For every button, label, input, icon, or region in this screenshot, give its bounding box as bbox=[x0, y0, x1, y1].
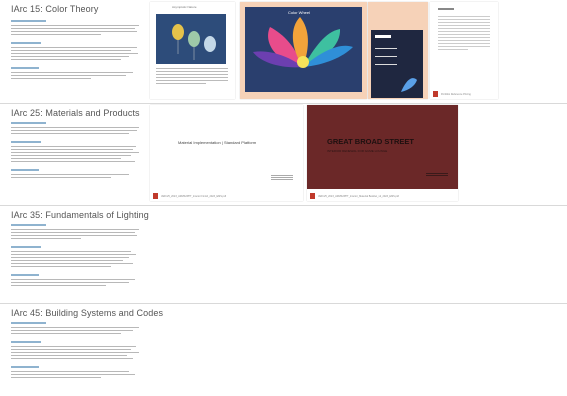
color-plate-1 bbox=[371, 30, 423, 98]
section-iarc-45: IArc 45: Building Systems and Codes bbox=[0, 304, 567, 396]
section-iarc-25: IArc 25: Materials and Products Material… bbox=[0, 104, 567, 206]
section-title: IArc 35: Fundamentals of Lighting bbox=[11, 210, 149, 220]
pdf-icon bbox=[153, 193, 158, 199]
slide-subtitle: INTERIOR RENEWAL FOR GUME LOUNGE bbox=[327, 149, 388, 153]
card-thumbnail bbox=[368, 2, 428, 99]
card-footer: IARC25_2023_ARMS2PPT_Interior Finish_202… bbox=[150, 191, 303, 201]
slide-title: Color Wheel bbox=[288, 10, 311, 15]
slide-title: GREAT BROAD STREET bbox=[327, 137, 414, 146]
slide-title: Material Implementation | Standard Platf… bbox=[178, 140, 257, 145]
file-name: IARC25_2023_ARMS2PPT_Interior_Material B… bbox=[318, 194, 400, 198]
card-thumbnail: Asymptotic Nature bbox=[150, 2, 235, 99]
card-thumbnail: Material Implementation | Standard Platf… bbox=[150, 105, 303, 189]
project-card-great-broad-street[interactable]: GREAT BROAD STREET INTERIOR RENEWAL FOR … bbox=[307, 105, 458, 201]
card-thumbnail: Color Wheel bbox=[240, 2, 367, 99]
section-title: IArc 15: Color Theory bbox=[11, 4, 99, 14]
section-iarc-15: IArc 15: Color Theory Asymptotic Nature bbox=[0, 0, 567, 104]
slide-title: Asymptotic Nature bbox=[172, 5, 197, 9]
color-wheel-artwork bbox=[245, 7, 362, 92]
card-thumbnail bbox=[430, 2, 498, 88]
section-description bbox=[11, 20, 141, 81]
section-title: IArc 25: Materials and Products bbox=[11, 108, 140, 118]
pdf-icon bbox=[433, 91, 438, 97]
section-description bbox=[11, 224, 141, 288]
project-card-color-plates[interactable] bbox=[368, 2, 428, 99]
pdf-icon bbox=[310, 193, 315, 199]
section-description bbox=[11, 322, 141, 380]
card-footer: Portfolio Reference Pricing bbox=[430, 89, 498, 99]
file-name: Portfolio Reference Pricing bbox=[441, 92, 471, 96]
card-footer: IARC25_2023_ARMS2PPT_Interior_Material B… bbox=[307, 191, 458, 201]
balloons-artwork bbox=[156, 14, 226, 64]
project-card-asymptotic[interactable]: Asymptotic Nature bbox=[150, 2, 235, 99]
project-card-material-implementation[interactable]: Material Implementation | Standard Platf… bbox=[150, 105, 303, 201]
project-card-document[interactable]: Portfolio Reference Pricing bbox=[430, 2, 498, 99]
project-card-color-wheel[interactable]: Color Wheel bbox=[240, 2, 367, 99]
section-description bbox=[11, 122, 141, 180]
file-name: IARC25_2023_ARMS2PPT_Interior Finish_202… bbox=[161, 194, 227, 198]
card-thumbnail: GREAT BROAD STREET INTERIOR RENEWAL FOR … bbox=[307, 105, 458, 189]
section-iarc-35: IArc 35: Fundamentals of Lighting bbox=[0, 206, 567, 304]
section-title: IArc 45: Building Systems and Codes bbox=[11, 308, 164, 318]
